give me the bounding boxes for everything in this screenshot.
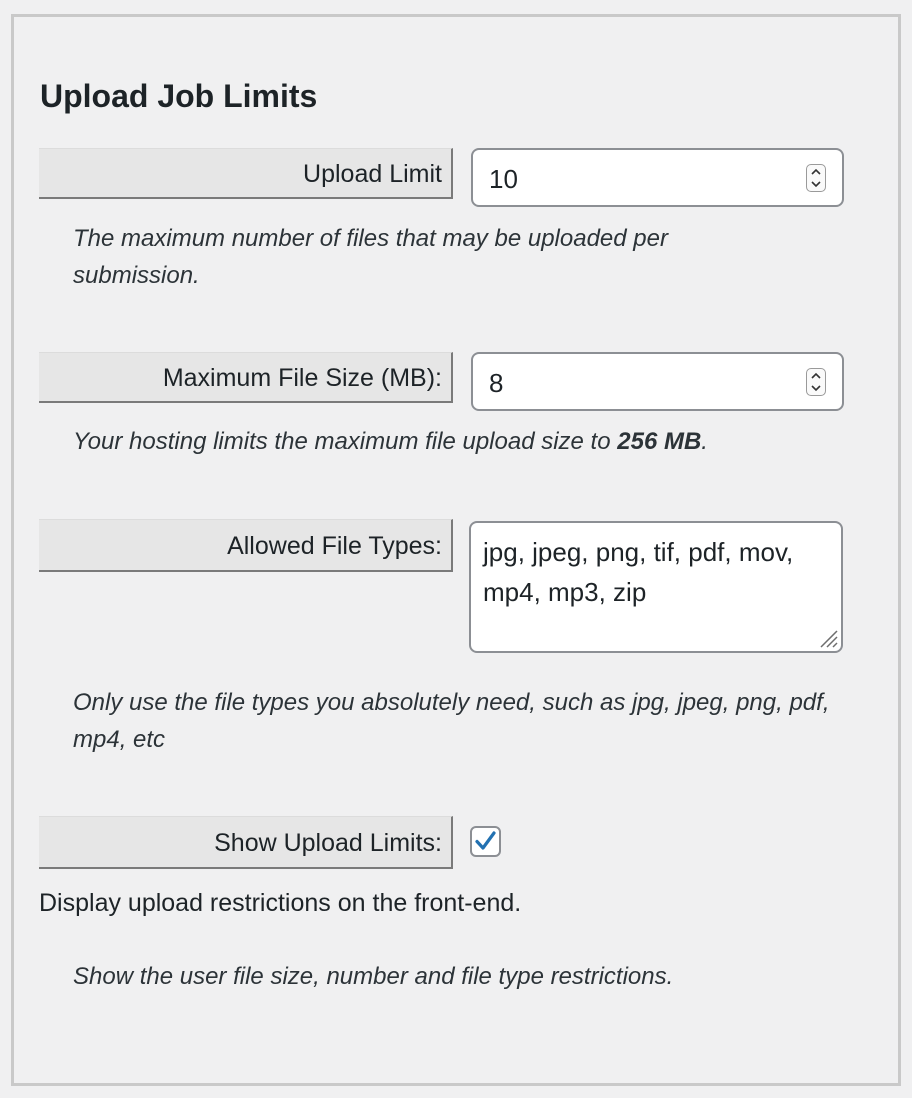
upload-limit-description: The maximum number of files that may be … (73, 225, 668, 289)
max-file-size-value: 8 (489, 368, 504, 398)
max-file-size-description-text: Your hosting limits the maximum file upl… (73, 428, 618, 455)
chevron-down-icon[interactable] (811, 179, 821, 189)
upload-limit-spinner[interactable] (806, 164, 826, 192)
max-file-size-description: Your hosting limits the maximum file upl… (73, 423, 873, 460)
allowed-file-types-textarea[interactable]: jpg, jpeg, png, tif, pdf, mov, mp4, mp3,… (469, 521, 843, 653)
show-upload-limits-checkbox[interactable] (470, 826, 501, 857)
max-file-size-input[interactable]: 8 (471, 352, 844, 411)
show-upload-limits-description: Show the user file size, number and file… (73, 963, 674, 990)
allowed-file-types-value: jpg, jpeg, png, tif, pdf, mov, mp4, mp3,… (483, 537, 794, 607)
upload-limit-label: Upload Limit (39, 148, 453, 199)
show-upload-limits-text: Display upload restrictions on the front… (39, 889, 522, 917)
max-file-size-spinner[interactable] (806, 368, 826, 396)
hosting-limit-value: 256 MB (617, 428, 702, 455)
section-title: Upload Job Limits (40, 78, 318, 114)
show-upload-limits-label: Show Upload Limits: (39, 816, 453, 869)
allowed-file-types-label: Allowed File Types: (39, 519, 453, 572)
allowed-file-types-description: Only use the file types you absolutely n… (73, 689, 830, 753)
resize-handle-icon[interactable] (815, 625, 839, 649)
upload-limit-input[interactable]: 10 (471, 148, 844, 207)
chevron-down-icon[interactable] (811, 383, 821, 393)
upload-limit-value: 10 (489, 164, 518, 194)
chevron-up-icon[interactable] (811, 167, 821, 177)
checkmark-icon (475, 831, 496, 850)
chevron-up-icon[interactable] (811, 371, 821, 381)
max-file-size-description-end: . (701, 428, 708, 455)
max-file-size-label: Maximum File Size (MB): (39, 352, 453, 403)
